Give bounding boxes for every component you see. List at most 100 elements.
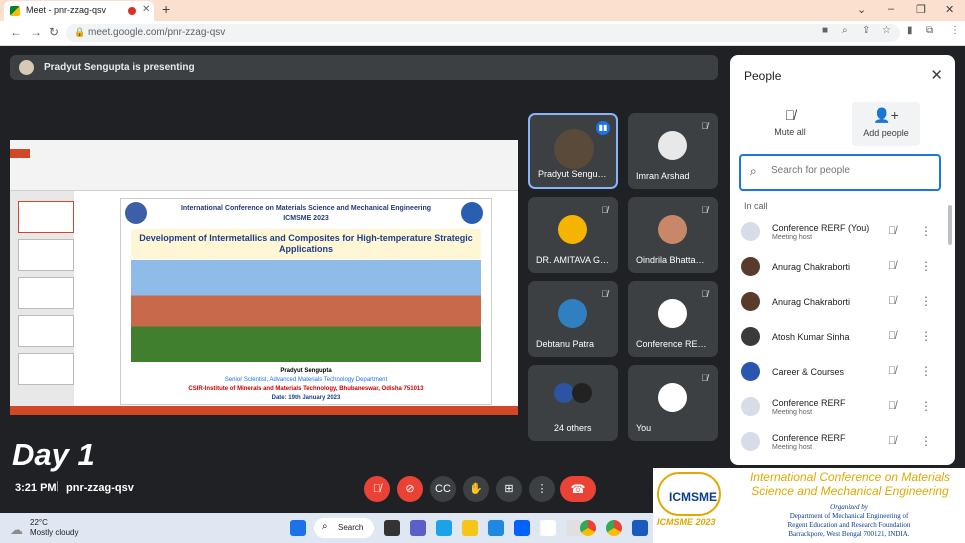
- powerpoint-ribbon: [10, 140, 518, 191]
- camera-icon[interactable]: ■: [822, 25, 828, 36]
- reload-icon[interactable]: ↻: [49, 25, 59, 39]
- mic-off-button[interactable]: 🎙̸: [364, 476, 390, 502]
- back-arrow-icon[interactable]: ←: [10, 25, 22, 39]
- browser-tab[interactable]: Meet - pnr-zzag-qsv ✕: [4, 1, 154, 21]
- omnibox[interactable]: 🔒 meet.google.com/pnr-zzag-qsv: [66, 24, 900, 42]
- share-icon[interactable]: ⇪: [862, 25, 870, 36]
- cloud-icon: ☁: [10, 522, 23, 537]
- org-line-1: Department of Mechanical Engineering of: [789, 512, 909, 520]
- chat-icon[interactable]: [410, 520, 426, 536]
- participant-tile[interactable]: 🎙̸ Imran Arshad: [628, 113, 718, 189]
- maximize-button[interactable]: ❐: [916, 3, 926, 16]
- mail-icon[interactable]: [488, 520, 504, 536]
- participant-role: Meeting host: [772, 234, 813, 241]
- minimize-button[interactable]: –: [888, 3, 894, 15]
- end-call-button[interactable]: ☎: [560, 476, 596, 502]
- more-options-icon[interactable]: ⋮: [920, 224, 932, 238]
- participant-row[interactable]: Career & Courses 🎙̸ ⋮: [730, 355, 955, 389]
- taskbar-search[interactable]: ⌕ Search: [314, 518, 374, 538]
- others-tile[interactable]: 24 others: [528, 365, 618, 441]
- more-options-icon[interactable]: ⋮: [920, 399, 932, 413]
- slide-conference: International Conference on Materials Sc…: [180, 205, 432, 212]
- slide-presenter-block: Pradyut Sengupta Senior Scientist, Advan…: [121, 367, 491, 403]
- participant-tile[interactable]: 🎙̸ Conference RE…: [628, 281, 718, 357]
- file-explorer-icon[interactable]: [462, 520, 478, 536]
- edge-icon[interactable]: [436, 520, 452, 536]
- people-search-box[interactable]: ⌕: [739, 154, 941, 191]
- participant-tile[interactable]: 🎙̸ Oindrila Bhatta…: [628, 197, 718, 273]
- org-line-3: Barrackpore, West Bengal 700121, INDIA.: [788, 530, 910, 538]
- dropbox-icon[interactable]: [514, 520, 530, 536]
- recording-dot-icon: [128, 7, 136, 15]
- participant-row[interactable]: Conference RERF (You) Meeting host 🎙̸ ⋮: [730, 215, 955, 249]
- participant-avatar: [658, 215, 687, 244]
- add-people-button[interactable]: 👤+ Add people: [852, 102, 920, 146]
- word-icon[interactable]: [632, 520, 648, 536]
- captions-button[interactable]: CC: [430, 476, 456, 502]
- participant-row[interactable]: Anurag Chakraborti 🎙̸ ⋮: [730, 285, 955, 319]
- close-window-button[interactable]: ✕: [945, 3, 954, 16]
- search-input[interactable]: [769, 164, 933, 177]
- self-tile[interactable]: 🎙̸ You: [628, 365, 718, 441]
- more-options-icon[interactable]: ⋮: [920, 434, 932, 448]
- presenter-avatar: [19, 60, 34, 75]
- more-options-icon[interactable]: ⋮: [920, 259, 932, 273]
- mic-off-icon[interactable]: 🎙̸: [888, 225, 896, 237]
- forward-arrow-icon[interactable]: →: [30, 25, 42, 39]
- app-icon[interactable]: [540, 520, 556, 536]
- participant-avatar: [558, 299, 587, 328]
- participant-tile[interactable]: 🎙̸ Debtanu Patra: [528, 281, 618, 357]
- participant-avatar: [572, 383, 592, 403]
- chrome-icon[interactable]: [580, 520, 596, 536]
- meeting-code: pnr-zzag-qsv: [66, 482, 134, 494]
- tab-title: Meet - pnr-zzag-qsv: [26, 5, 107, 15]
- bookmark-star-icon[interactable]: ☆: [882, 25, 891, 36]
- participant-avatar: [658, 131, 687, 160]
- participant-row[interactable]: Conference RERF Meeting host 🎙̸ ⋮: [730, 425, 955, 459]
- close-tab-icon[interactable]: ✕: [142, 4, 150, 15]
- extension-icon[interactable]: ⧉: [926, 25, 933, 36]
- mic-off-icon[interactable]: 🎙̸: [888, 365, 896, 377]
- search-icon: ⌕: [322, 521, 328, 532]
- tab-search-icon[interactable]: ⌄: [857, 3, 866, 16]
- menu-icon[interactable]: ⋮: [950, 25, 960, 36]
- participant-name: DR. AMITAVA G…: [536, 255, 610, 265]
- camera-off-button[interactable]: ⊘: [397, 476, 423, 502]
- more-options-icon[interactable]: ⋮: [920, 364, 932, 378]
- participant-row[interactable]: Atosh Kumar Sinha 🎙̸ ⋮: [730, 320, 955, 354]
- organizer-block: Organized by Department of Mechanical En…: [741, 503, 957, 539]
- mic-off-icon: 🎙̸: [701, 373, 708, 383]
- mic-off-icon[interactable]: 🎙̸: [888, 435, 896, 447]
- participant-avatar: [554, 383, 574, 403]
- participant-avatar: [741, 257, 760, 276]
- more-options-button[interactable]: ⋮: [529, 476, 555, 502]
- mute-all-button[interactable]: 🎙̸ Mute all: [756, 102, 824, 146]
- more-options-icon[interactable]: ⋮: [920, 294, 932, 308]
- lock-icon: 🔒: [74, 27, 86, 37]
- side-panel-icon[interactable]: ▮: [907, 25, 913, 36]
- zoom-icon[interactable]: ⌕: [842, 25, 848, 36]
- mic-off-icon[interactable]: 🎙̸: [888, 400, 896, 412]
- participant-name: Imran Arshad: [636, 171, 690, 181]
- mic-off-icon[interactable]: 🎙̸: [888, 295, 896, 307]
- new-tab-button[interactable]: +: [162, 1, 170, 17]
- mic-off-icon[interactable]: 🎙̸: [888, 260, 896, 272]
- participant-row[interactable]: Anurag Chakraborti 🎙̸ ⋮: [730, 250, 955, 284]
- slide-thumbnail: [18, 277, 74, 309]
- more-options-icon[interactable]: ⋮: [920, 329, 932, 343]
- start-button[interactable]: [290, 520, 306, 536]
- participant-row[interactable]: Conference RERF Meeting host 🎙̸ ⋮: [730, 390, 955, 424]
- participant-tile[interactable]: ▮▮ Pradyut Sengu…: [528, 113, 618, 189]
- participant-tile[interactable]: 🎙̸ DR. AMITAVA G…: [528, 197, 618, 273]
- present-button[interactable]: ⊞: [496, 476, 522, 502]
- task-view-icon[interactable]: [384, 520, 400, 536]
- participant-avatar: [741, 327, 760, 346]
- mic-off-icon[interactable]: 🎙̸: [888, 330, 896, 342]
- separator: |: [56, 480, 59, 492]
- close-icon[interactable]: ✕: [930, 66, 943, 84]
- powerpoint-status-bar: [10, 406, 518, 415]
- chrome-icon[interactable]: [606, 520, 622, 536]
- raise-hand-button[interactable]: ✋: [463, 476, 489, 502]
- meet-favicon-icon: [10, 6, 20, 16]
- others-count: 24 others: [554, 423, 592, 433]
